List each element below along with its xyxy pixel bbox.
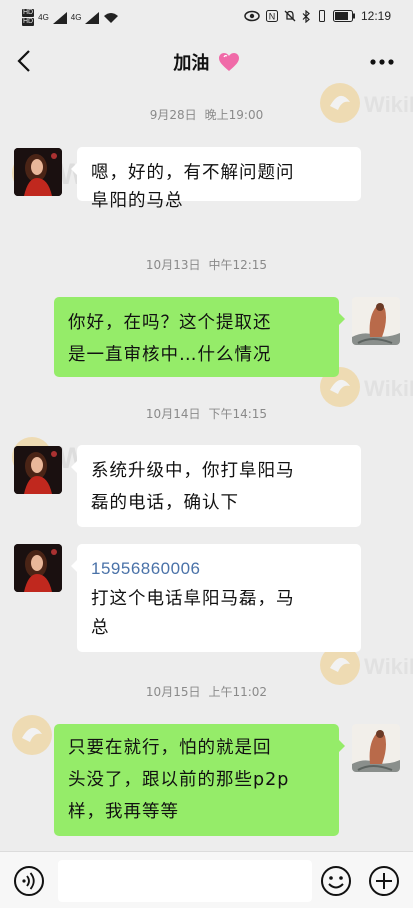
message-bubble-received[interactable]: 系统升级中，你打阜阳马 磊的电话，确认下 xyxy=(71,445,361,527)
message-line: 打这个电话阜阳马磊，马 xyxy=(91,589,295,609)
message-bubble-sent[interactable]: 你好，在吗？这个提取还 是一直审核中…什么情况 xyxy=(54,297,345,377)
emoji-icon[interactable] xyxy=(320,865,352,897)
chat-title: 加油 xyxy=(0,49,413,75)
status-left: HD HD 4G 4G xyxy=(22,9,119,26)
signal-icon xyxy=(52,11,67,24)
vibrate-icon xyxy=(318,10,325,22)
message-line: 系统升级中，你打阜阳马 xyxy=(91,461,295,481)
my-avatar[interactable] xyxy=(352,297,400,345)
timestamp-date: 10月14日 xyxy=(145,407,201,421)
my-avatar[interactable] xyxy=(352,724,400,772)
message-line: 只要在就行，怕的就是回 xyxy=(68,738,272,758)
plus-icon[interactable] xyxy=(368,865,400,897)
watermark-text: WikiFX xyxy=(364,654,413,679)
my-avatar-image xyxy=(352,297,400,345)
timestamp-time: 晚上19:00 xyxy=(204,108,264,122)
message-line: 是一直审核中…什么情况 xyxy=(68,345,272,365)
phone-number-link[interactable]: 15956860006 xyxy=(91,555,347,583)
more-icon[interactable] xyxy=(369,58,395,66)
contact-avatar[interactable] xyxy=(14,544,62,592)
timestamp-date: 10月13日 xyxy=(145,258,201,272)
sim1-badge: HD xyxy=(22,9,35,17)
timestamp-time: 上午11:02 xyxy=(208,685,268,699)
timestamp-time: 中午12:15 xyxy=(208,258,268,272)
network-label-1: 4G xyxy=(38,13,49,22)
message-input[interactable] xyxy=(58,860,312,902)
signal-icon xyxy=(85,11,100,24)
contact-avatar-image xyxy=(14,544,62,592)
contact-avatar-image xyxy=(14,446,62,494)
status-time: 12:19 xyxy=(360,9,391,23)
sim2-badge: HD xyxy=(22,18,35,26)
chat-title-text: 加油 xyxy=(173,53,210,74)
message-line: 样，我再等等 xyxy=(68,802,179,822)
nav-bar: 加油 xyxy=(0,36,413,86)
message-bubble-received[interactable]: 15956860006 打这个电话阜阳马磊，马 总 xyxy=(71,544,361,652)
wifi-icon xyxy=(104,12,119,23)
message-line: 总 xyxy=(91,618,110,638)
battery-icon xyxy=(332,10,355,22)
contact-avatar[interactable] xyxy=(14,446,62,494)
my-avatar-image xyxy=(352,724,400,772)
network-label-2: 4G xyxy=(70,13,82,22)
status-right: N 12:19 xyxy=(244,9,391,23)
message-line: 嗯，好的，有不解问题问 xyxy=(91,163,295,183)
input-bar xyxy=(0,851,413,908)
timestamp-date: 9月28日 xyxy=(149,108,197,122)
message-bubble-received[interactable]: 嗯，好的，有不解问题问 阜阳的马总 xyxy=(71,147,361,211)
nfc-icon: N xyxy=(265,10,278,22)
silent-icon xyxy=(284,10,296,22)
message-line: 阜阳的马总 xyxy=(91,191,184,211)
message-line: 你好，在吗？这个提取还 xyxy=(68,313,272,333)
bluetooth-icon xyxy=(302,9,310,23)
timestamp: 10月13日 中午12:15 xyxy=(0,256,413,273)
svg-text:N: N xyxy=(269,12,276,22)
timestamp-time: 下午14:15 xyxy=(208,407,268,421)
timestamp: 10月15日 上午11:02 xyxy=(0,683,413,700)
message-line: 磊的电话，确认下 xyxy=(91,493,239,513)
timestamp-date: 10月15日 xyxy=(145,685,201,699)
message-bubble-sent[interactable]: 只要在就行，怕的就是回 头没了，跟以前的那些p2p 样，我再等等 xyxy=(54,724,345,836)
watermark-text: WikiFX xyxy=(364,376,413,401)
contact-avatar-image xyxy=(14,148,62,196)
timestamp: 10月14日 下午14:15 xyxy=(0,405,413,422)
contact-avatar[interactable] xyxy=(14,148,62,196)
timestamp: 9月28日 晚上19:00 xyxy=(0,106,413,123)
sim-badges: HD HD xyxy=(22,9,35,26)
voice-icon[interactable] xyxy=(13,865,45,897)
pink-heart-icon xyxy=(218,53,239,71)
eye-icon xyxy=(244,10,260,22)
status-bar: HD HD 4G 4G N 12:19 xyxy=(0,0,413,36)
message-line: 头没了，跟以前的那些p2p xyxy=(68,770,290,790)
